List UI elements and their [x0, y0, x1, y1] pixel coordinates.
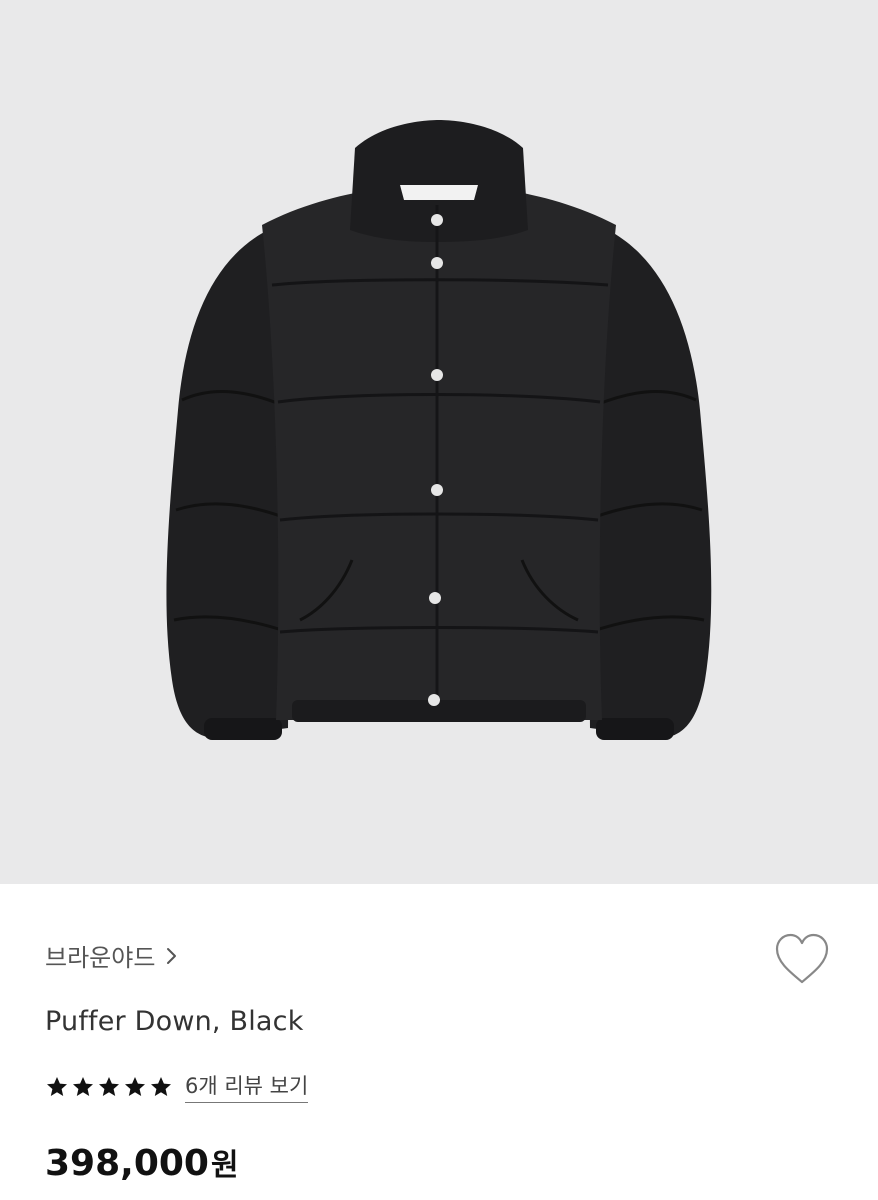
product-info: 브라운야드 Puffer Down, Black 6개 리뷰 보기 398,00…: [0, 884, 878, 1200]
view-reviews-link[interactable]: 6개 리뷰 보기: [185, 1070, 309, 1103]
chevron-right-icon: [167, 947, 177, 964]
star-icon: [47, 1076, 67, 1096]
star-icon: [125, 1076, 145, 1096]
puffer-jacket-illustration: [166, 120, 712, 740]
brand-name: 브라운야드: [45, 944, 156, 972]
price-currency: 원: [210, 1148, 239, 1183]
star-icon: [151, 1076, 171, 1096]
wishlist-button[interactable]: [772, 932, 832, 988]
heart-outline-icon: [775, 933, 829, 984]
rating-row: 6개 리뷰 보기: [45, 1070, 309, 1103]
brand-link[interactable]: 브라운야드: [45, 938, 181, 973]
price: 398,000 원: [45, 1140, 239, 1184]
star-rating: [45, 1075, 173, 1099]
product-title: Puffer Down, Black: [45, 1006, 304, 1037]
price-amount: 398,000: [45, 1143, 209, 1184]
star-icon: [73, 1076, 93, 1096]
star-icon: [99, 1076, 119, 1096]
product-image[interactable]: [0, 0, 878, 884]
